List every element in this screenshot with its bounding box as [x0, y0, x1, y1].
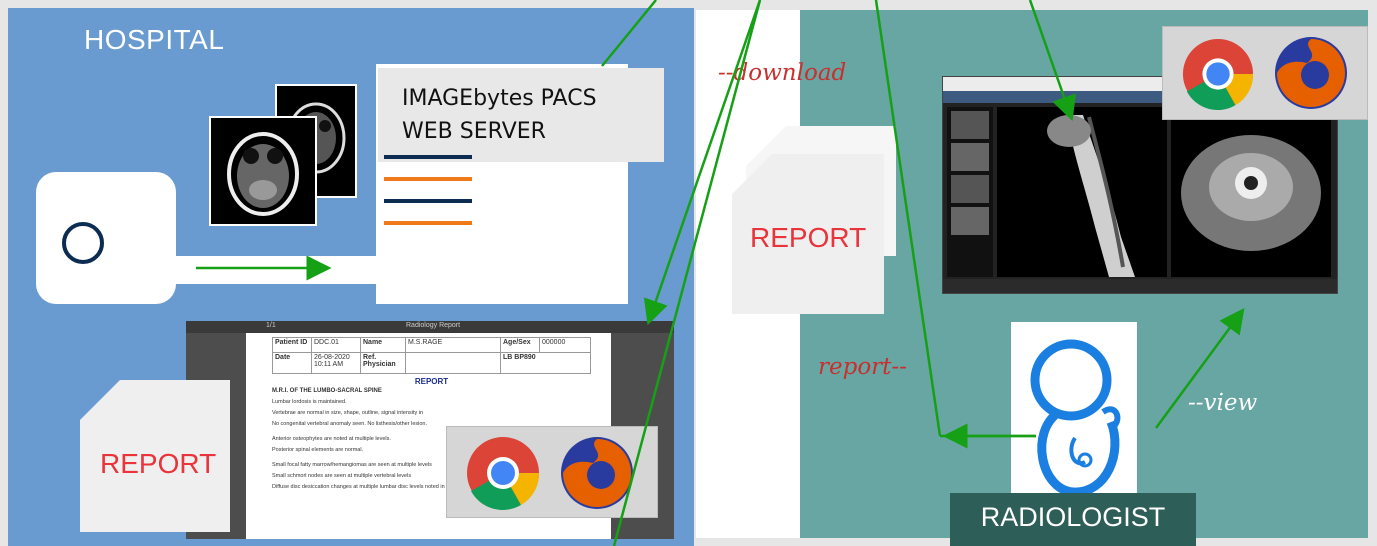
arrow-download-to-middle	[612, 0, 762, 546]
flow-arrows	[196, 0, 1245, 546]
arrow-radiologist-view	[1154, 307, 1245, 429]
arrow-report-path	[874, 0, 942, 437]
arrow-to-viewer	[1028, 0, 1077, 122]
arrow-report-to-hospital	[643, 0, 762, 326]
arrow-server-upload	[601, 0, 657, 67]
